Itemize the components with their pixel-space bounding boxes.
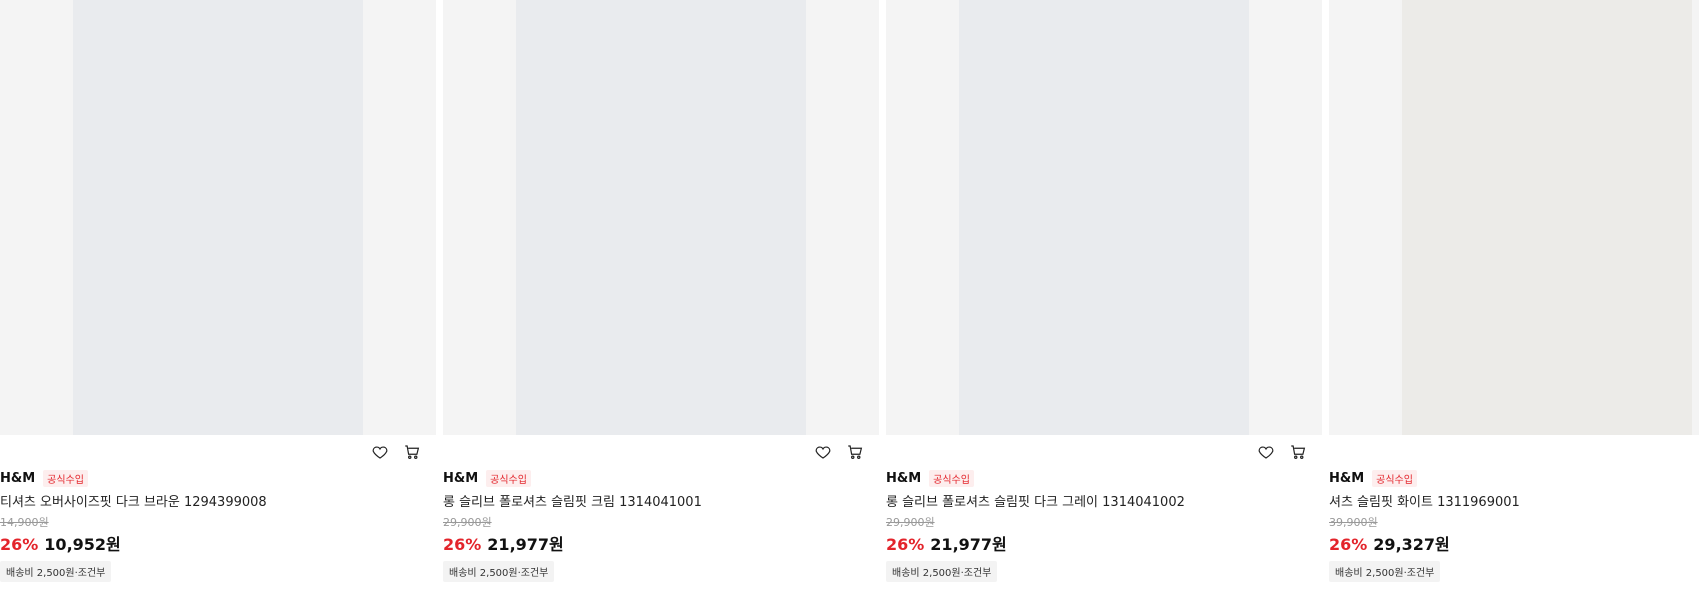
brand-name[interactable]: H&M: [1329, 471, 1364, 486]
cart-icon[interactable]: [1288, 442, 1308, 462]
brand-name[interactable]: H&M: [886, 471, 921, 486]
sale-price: 29,327원: [1373, 535, 1450, 554]
product-card[interactable]: H&M 공식수입 티셔츠 오버사이즈핏 다크 브라운 1294399008 14…: [0, 0, 436, 591]
product-info: H&M 공식수입 셔츠 슬림핏 화이트 1311969001 39,900원 2…: [1329, 469, 1699, 582]
brand-name[interactable]: H&M: [443, 471, 478, 486]
product-image[interactable]: [0, 0, 436, 435]
product-image[interactable]: [886, 0, 1322, 435]
shipping-badge: 배송비 2,500원·조건부: [0, 561, 112, 582]
brand-name[interactable]: H&M: [0, 471, 35, 486]
shipping-badge: 배송비 2,500원·조건부: [886, 561, 998, 582]
product-info: H&M 공식수입 롱 슬리브 폴로셔츠 슬림핏 다크 그레이 131404100…: [886, 469, 1322, 582]
official-import-badge: 공식수입: [43, 469, 88, 487]
shipping-badge: 배송비 2,500원·조건부: [1329, 561, 1441, 582]
product-name[interactable]: 셔츠 슬림핏 화이트 1311969001: [1329, 491, 1699, 510]
product-info: H&M 공식수입 티셔츠 오버사이즈핏 다크 브라운 1294399008 14…: [0, 469, 436, 582]
product-image[interactable]: [1329, 0, 1699, 435]
cart-icon[interactable]: [845, 442, 865, 462]
product-name[interactable]: 롱 슬리브 폴로셔츠 슬림핏 크림 1314041001: [443, 491, 879, 510]
original-price: 39,900원: [1329, 516, 1378, 529]
product-card[interactable]: H&M 공식수입 셔츠 슬림핏 화이트 1311969001 39,900원 2…: [1329, 0, 1699, 591]
original-price: 29,900원: [443, 516, 492, 529]
heart-icon[interactable]: [370, 442, 390, 462]
discount-rate: 26%: [886, 535, 925, 554]
product-actions: [443, 435, 879, 469]
product-card[interactable]: H&M 공식수입 롱 슬리브 폴로셔츠 슬림핏 크림 1314041001 29…: [443, 0, 879, 591]
original-price: 14,900원: [0, 516, 49, 529]
product-card[interactable]: H&M 공식수입 롱 슬리브 폴로셔츠 슬림핏 다크 그레이 131404100…: [886, 0, 1322, 591]
official-import-badge: 공식수입: [929, 469, 974, 487]
discount-rate: 26%: [1329, 535, 1368, 554]
product-name[interactable]: 티셔츠 오버사이즈핏 다크 브라운 1294399008: [0, 491, 436, 510]
product-info: H&M 공식수입 롱 슬리브 폴로셔츠 슬림핏 크림 1314041001 29…: [443, 469, 879, 582]
original-price: 29,900원: [886, 516, 935, 529]
cart-icon[interactable]: [402, 442, 422, 462]
heart-icon[interactable]: [1256, 442, 1276, 462]
heart-icon[interactable]: [813, 442, 833, 462]
product-image[interactable]: [443, 0, 879, 435]
discount-rate: 26%: [443, 535, 482, 554]
product-grid: H&M 공식수입 티셔츠 오버사이즈핏 다크 브라운 1294399008 14…: [0, 0, 1699, 591]
sale-price: 10,952원: [44, 535, 121, 554]
product-name[interactable]: 롱 슬리브 폴로셔츠 슬림핏 다크 그레이 1314041002: [886, 491, 1322, 510]
sale-price: 21,977원: [930, 535, 1007, 554]
product-actions: [0, 435, 436, 469]
shipping-badge: 배송비 2,500원·조건부: [443, 561, 555, 582]
sale-price: 21,977원: [487, 535, 564, 554]
official-import-badge: 공식수입: [486, 469, 531, 487]
discount-rate: 26%: [0, 535, 39, 554]
product-actions: [886, 435, 1322, 469]
official-import-badge: 공식수입: [1372, 469, 1417, 487]
